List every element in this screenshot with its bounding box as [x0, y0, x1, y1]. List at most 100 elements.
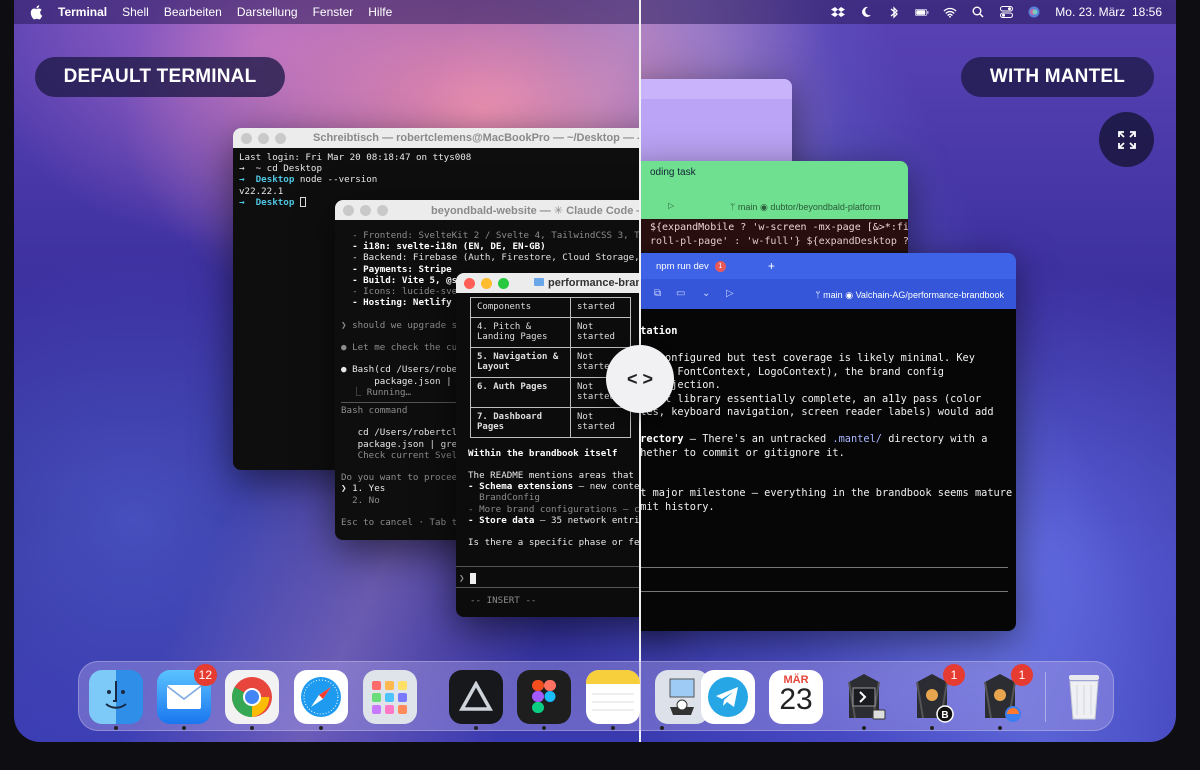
- terminal-line: whether to commit or gitignore it.: [640, 446, 845, 459]
- prompt-arrow: →: [239, 174, 245, 186]
- terminal-output[interactable]: ntation est configured but test coverage…: [640, 309, 1016, 514]
- input-line[interactable]: ❯: [456, 569, 482, 588]
- terminal-line: ponent library essentially complete, an …: [640, 392, 982, 405]
- battery-icon[interactable]: [915, 5, 929, 19]
- copy-icon[interactable]: ⧉: [654, 288, 661, 299]
- window-titlebar[interactable]: Schreibtisch — robertclemens@MacBookPro …: [233, 128, 673, 148]
- folder-icon: [534, 278, 544, 286]
- traffic-lights[interactable]: [241, 132, 286, 144]
- terminal-line: ● Let me check the curr: [341, 342, 469, 354]
- terminal-line: ttes, keyboard navigation, screen reader…: [640, 406, 994, 418]
- chevron-down-icon[interactable]: ⌄: [702, 288, 710, 299]
- branch-icon: ᛘ: [815, 290, 821, 300]
- dock-finder[interactable]: [89, 670, 143, 724]
- comparison-slider-handle[interactable]: < >: [606, 345, 674, 413]
- dock-notes[interactable]: [586, 670, 640, 724]
- zoom-button[interactable]: [377, 204, 388, 216]
- minimize-button[interactable]: [481, 277, 492, 289]
- dock-mail[interactable]: 12: [157, 664, 217, 724]
- dock-figma[interactable]: [517, 670, 571, 724]
- option-yes[interactable]: ❯ 1. Yes: [341, 483, 385, 494]
- window-toolbar[interactable]: ⧉ ▭ ⌄ ▷ ᛘ main ◉ Valchain-AG/performance…: [640, 279, 1016, 309]
- menu-darstellung[interactable]: Darstellung: [237, 5, 298, 19]
- window-header[interactable]: [640, 79, 792, 99]
- zoom-button[interactable]: [275, 132, 286, 144]
- traffic-lights[interactable]: [464, 277, 509, 289]
- terminal-line: — 35 network entri: [534, 514, 640, 526]
- tab-bar[interactable]: npm run dev 1 +: [640, 253, 1016, 279]
- dock-telegram[interactable]: [701, 670, 755, 724]
- dock-mantel-2[interactable]: B 1: [905, 664, 965, 724]
- terminal-line: Bash command: [341, 405, 408, 417]
- folder-icon[interactable]: ▭: [676, 288, 685, 299]
- preview-icon: [669, 678, 695, 715]
- branch-name: main: [737, 202, 758, 212]
- close-button[interactable]: [343, 204, 354, 216]
- option-no[interactable]: 2. No: [341, 495, 380, 506]
- play-icon[interactable]: ▷: [668, 201, 674, 210]
- divider: [640, 591, 1008, 592]
- wifi-icon[interactable]: [943, 5, 957, 19]
- terminal-line: package.json | gr: [341, 375, 469, 387]
- terminal-line: package.json | grep: [341, 438, 463, 450]
- mail-badge: 12: [193, 664, 217, 686]
- clock[interactable]: Mo. 23. März 18:56: [1055, 5, 1162, 19]
- dock-launchpad[interactable]: [363, 670, 417, 724]
- siri-icon[interactable]: [1027, 5, 1041, 19]
- close-button[interactable]: [464, 277, 475, 289]
- apple-icon[interactable]: [30, 4, 44, 20]
- bluetooth-icon[interactable]: [887, 5, 901, 19]
- dock-calendar[interactable]: MÄR 23: [769, 670, 823, 724]
- terminal-line: - Backend: Firebase (Auth, Firestore, Cl…: [341, 252, 657, 264]
- minimize-button[interactable]: [258, 132, 269, 144]
- dock-safari[interactable]: [294, 670, 348, 724]
- table-cell: Not started: [570, 406, 631, 438]
- tab-npm-run-dev[interactable]: npm run dev: [656, 261, 709, 272]
- spotlight-search-icon[interactable]: [971, 5, 985, 19]
- traffic-lights[interactable]: [343, 204, 388, 216]
- play-icon[interactable]: ▷: [726, 288, 734, 299]
- launchpad-icon: [372, 681, 407, 714]
- running-indicator: [319, 726, 323, 730]
- dock-mantel-3[interactable]: 1: [973, 664, 1033, 724]
- desktop: Terminal Shell Bearbeiten Darstellung Fe…: [14, 0, 1176, 742]
- vim-mode-indicator: -- INSERT --: [470, 595, 537, 606]
- dock-chrome[interactable]: [225, 670, 279, 724]
- control-center-icon[interactable]: [999, 5, 1013, 19]
- terminal-line: - Store data: [468, 514, 535, 526]
- dock-separator: [1045, 672, 1046, 722]
- minimize-button[interactable]: [360, 204, 371, 216]
- triangle-app-icon: [459, 681, 493, 711]
- window-titlebar[interactable]: beyondbald-website — ✳ Claude Code —: [335, 200, 675, 220]
- moon-icon[interactable]: [859, 5, 873, 19]
- menu-bearbeiten[interactable]: Bearbeiten: [164, 5, 222, 19]
- mantel-window-blue[interactable]: npm run dev 1 + ⧉ ▭ ⌄ ▷ ᛘ main ◉ Valchai…: [640, 253, 1016, 631]
- dropbox-icon[interactable]: [831, 5, 846, 19]
- running-indicator: [998, 726, 1002, 730]
- terminal-line: - i18n: svelte-i18n (EN, DE, EN-GB): [341, 241, 546, 253]
- new-tab-button[interactable]: +: [768, 259, 775, 273]
- menu-app-terminal[interactable]: Terminal: [58, 5, 107, 19]
- cursor: [299, 197, 306, 208]
- terminal-line: - More brand configurations: [468, 503, 618, 515]
- code-output: ${expandMobile ? 'w-screen -mx-page [&>*…: [640, 219, 908, 251]
- window-header[interactable]: oding task ▷ ᛘ main ◉ dubtor/beyondbald-…: [640, 161, 908, 219]
- dock-trash[interactable]: [1057, 670, 1111, 724]
- default-terminal-label: DEFAULT TERMINAL: [35, 57, 285, 97]
- menu-hilfe[interactable]: Hilfe: [368, 5, 392, 19]
- menu-fenster[interactable]: Fenster: [313, 5, 354, 19]
- chrome-icon: [232, 677, 272, 717]
- dock-mantel-1[interactable]: [837, 670, 891, 724]
- running-indicator: [542, 726, 546, 730]
- zoom-button[interactable]: [498, 277, 509, 289]
- branch-name: main: [823, 290, 843, 300]
- input-prompt: ❯: [459, 573, 471, 584]
- menu-shell[interactable]: Shell: [122, 5, 149, 19]
- repo-name: Valchain-AG/performance-brandbook: [855, 290, 1004, 300]
- terminal-heading: Within the brandbook itself: [468, 447, 618, 459]
- github-icon: ◉: [845, 290, 854, 300]
- close-button[interactable]: [241, 132, 252, 144]
- dock-app-triangle[interactable]: [449, 670, 503, 724]
- terminal-line: est configured but test coverage is like…: [640, 352, 975, 364]
- running-indicator: [611, 726, 615, 730]
